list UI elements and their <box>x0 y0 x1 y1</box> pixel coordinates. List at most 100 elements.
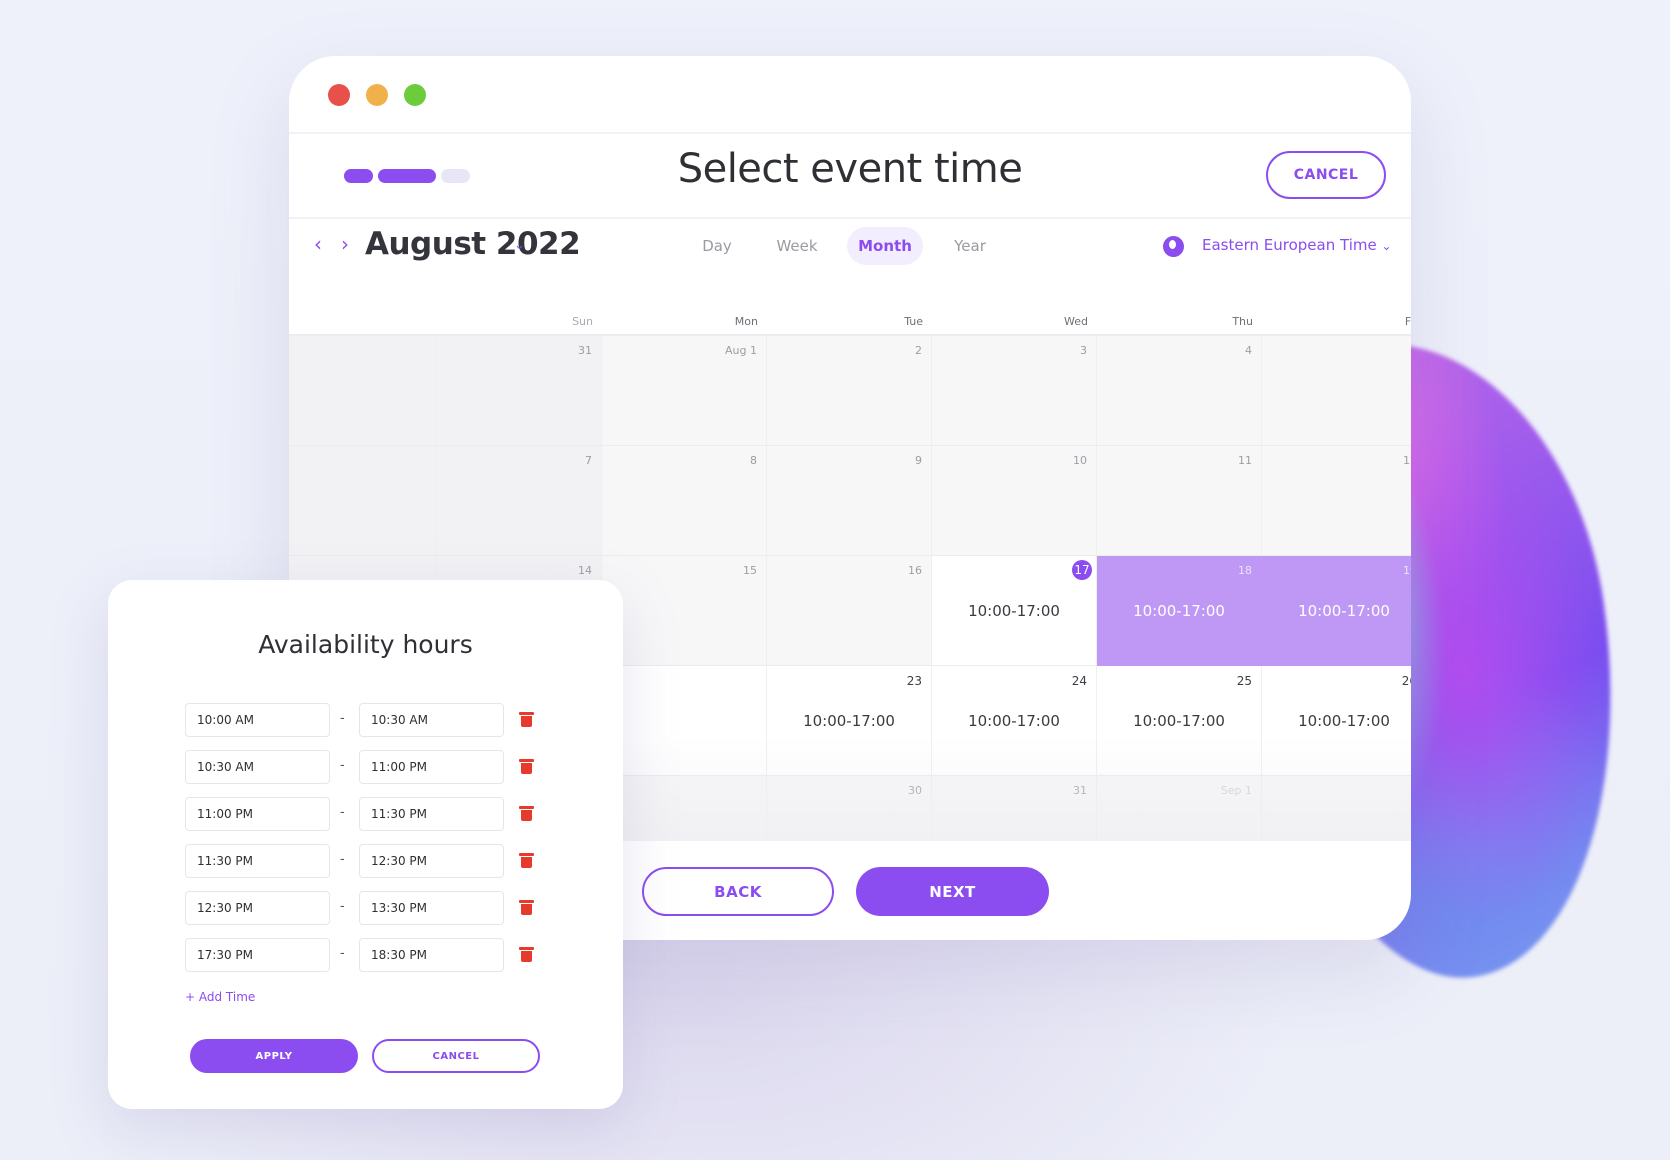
trash-icon[interactable] <box>519 712 534 727</box>
calendar-week-row: 31 Aug 1 2 3 4 5 <box>289 336 1411 446</box>
trash-icon[interactable] <box>519 759 534 774</box>
tab-year[interactable]: Year <box>932 227 1008 265</box>
add-time-link[interactable]: + Add Time <box>185 990 255 1004</box>
chevron-left-icon[interactable]: ‹ <box>314 232 322 256</box>
start-time-input[interactable]: 11:00 PM <box>185 797 330 831</box>
availability-slot[interactable]: 10:00-17:00 <box>1097 602 1261 620</box>
today-badge: 17 <box>1072 560 1092 580</box>
start-time-input[interactable]: 10:30 AM <box>185 750 330 784</box>
day-number: 8 <box>750 454 757 467</box>
chevron-right-icon[interactable]: › <box>341 232 349 256</box>
calendar-day-cell[interactable] <box>602 776 767 841</box>
minimize-window-button[interactable] <box>366 84 388 106</box>
calendar-day-cell[interactable]: 8 <box>602 446 767 556</box>
trash-icon[interactable] <box>519 853 534 868</box>
availability-slot[interactable]: 10:00-17:00 <box>1262 712 1411 730</box>
calendar-day-cell[interactable]: 31 <box>437 336 602 446</box>
day-number: Sep 1 <box>1220 784 1252 797</box>
range-separator: - <box>340 805 345 820</box>
calendar-day-cell[interactable]: 19 10:00-17:00 <box>1262 556 1411 666</box>
day-number: 2 <box>915 344 922 357</box>
back-button[interactable]: BACK <box>642 867 834 916</box>
availability-slot[interactable]: 10:00-17:00 <box>932 712 1096 730</box>
calendar-day-cell[interactable]: 17 10:00-17:00 <box>932 556 1097 666</box>
availability-slot[interactable]: 10:00-17:00 <box>1097 712 1261 730</box>
maximize-window-button[interactable] <box>404 84 426 106</box>
tab-month[interactable]: Month <box>847 227 923 265</box>
day-number: 15 <box>743 564 757 577</box>
weekday-header <box>289 296 437 334</box>
dialog-cancel-button[interactable]: CANCEL <box>372 1039 540 1073</box>
availability-slot[interactable]: 10:00-17:00 <box>932 602 1096 620</box>
calendar-day-cell[interactable]: Sep 1 <box>1097 776 1262 841</box>
availability-slot[interactable]: 10:00-17:00 <box>1262 602 1411 620</box>
tab-week[interactable]: Week <box>759 227 835 265</box>
calendar-day-cell[interactable]: 4 <box>1097 336 1262 446</box>
calendar-day-cell[interactable] <box>289 446 437 556</box>
range-separator: - <box>340 711 345 726</box>
start-time-input[interactable]: 11:30 PM <box>185 844 330 878</box>
day-number: 24 <box>1071 674 1087 688</box>
calendar-day-cell[interactable]: 23 10:00-17:00 <box>767 666 932 776</box>
calendar-day-cell[interactable] <box>289 336 437 446</box>
calendar-day-cell[interactable]: 25 10:00-17:00 <box>1097 666 1262 776</box>
divider <box>289 132 1411 134</box>
cancel-button[interactable]: CANCEL <box>1266 151 1386 199</box>
day-number: 14 <box>578 564 592 577</box>
day-number: 9 <box>915 454 922 467</box>
calendar-day-cell[interactable]: 31 <box>932 776 1097 841</box>
calendar-day-cell[interactable]: 2 <box>767 336 932 446</box>
calendar-day-cell[interactable]: 16 <box>767 556 932 666</box>
calendar-day-cell[interactable]: 15 <box>602 556 767 666</box>
trash-icon[interactable] <box>519 806 534 821</box>
calendar-day-cell[interactable]: 7 <box>437 446 602 556</box>
start-time-input[interactable]: 10:00 AM <box>185 703 330 737</box>
calendar-day-cell[interactable]: 3 <box>932 336 1097 446</box>
start-time-input[interactable]: 17:30 PM <box>185 938 330 972</box>
apply-button[interactable]: APPLY <box>190 1039 358 1073</box>
calendar-week-row: 7 8 9 10 11 12 <box>289 446 1411 556</box>
day-number: 30 <box>908 784 922 797</box>
calendar-day-cell[interactable]: 18 10:00-17:00 <box>1097 556 1262 666</box>
day-number: 31 <box>578 344 592 357</box>
day-number: 19 <box>1403 564 1411 577</box>
calendar-day-cell[interactable]: 11 <box>1097 446 1262 556</box>
availability-slot[interactable]: 10:00-17:00 <box>767 712 931 730</box>
start-time-input[interactable]: 12:30 PM <box>185 891 330 925</box>
availability-hours-dialog: Availability hours 10:00 AM -10:30 AM 10:3… <box>108 580 623 1109</box>
weekday-header-row: SunMonTueWedThuFriSat <box>289 296 1411 336</box>
calendar-day-cell[interactable]: 26 10:00-17:00 <box>1262 666 1411 776</box>
weekday-header: Thu <box>1232 315 1253 328</box>
range-separator: - <box>340 852 345 867</box>
day-number: 18 <box>1238 564 1252 577</box>
day-number: 3 <box>1080 344 1087 357</box>
calendar-day-cell[interactable] <box>602 666 767 776</box>
calendar-day-cell[interactable]: 2 <box>1262 776 1411 841</box>
end-time-input[interactable]: 18:30 PM <box>359 938 504 972</box>
day-number: 25 <box>1236 674 1252 688</box>
calendar-day-cell[interactable]: 24 10:00-17:00 <box>932 666 1097 776</box>
tab-day[interactable]: Day <box>679 227 755 265</box>
weekday-header: Mon <box>734 315 758 328</box>
trash-icon[interactable] <box>519 900 534 915</box>
page-title: Select event time <box>677 146 1023 192</box>
calendar-day-cell[interactable]: 12 <box>1262 446 1411 556</box>
trash-icon[interactable] <box>519 947 534 962</box>
calendar-day-cell[interactable]: 30 <box>767 776 932 841</box>
end-time-input[interactable]: 10:30 AM <box>359 703 504 737</box>
calendar-day-cell[interactable]: 9 <box>767 446 932 556</box>
chevron-down-icon[interactable]: ⌄ <box>514 238 525 253</box>
calendar-day-cell[interactable]: 5 <box>1262 336 1411 446</box>
end-time-input[interactable]: 13:30 PM <box>359 891 504 925</box>
month-year-title[interactable]: August 2022 <box>365 226 581 262</box>
calendar-day-cell[interactable]: 10 <box>932 446 1097 556</box>
close-window-button[interactable] <box>328 84 350 106</box>
timezone-select[interactable]: Eastern European Time ⌄ <box>1202 236 1392 254</box>
calendar-day-cell[interactable]: Aug 1 <box>602 336 767 446</box>
end-time-input[interactable]: 11:30 PM <box>359 797 504 831</box>
day-number: Aug 1 <box>725 344 757 357</box>
day-number: 16 <box>908 564 922 577</box>
next-button[interactable]: NEXT <box>856 867 1049 916</box>
end-time-input[interactable]: 12:30 PM <box>359 844 504 878</box>
end-time-input[interactable]: 11:00 PM <box>359 750 504 784</box>
